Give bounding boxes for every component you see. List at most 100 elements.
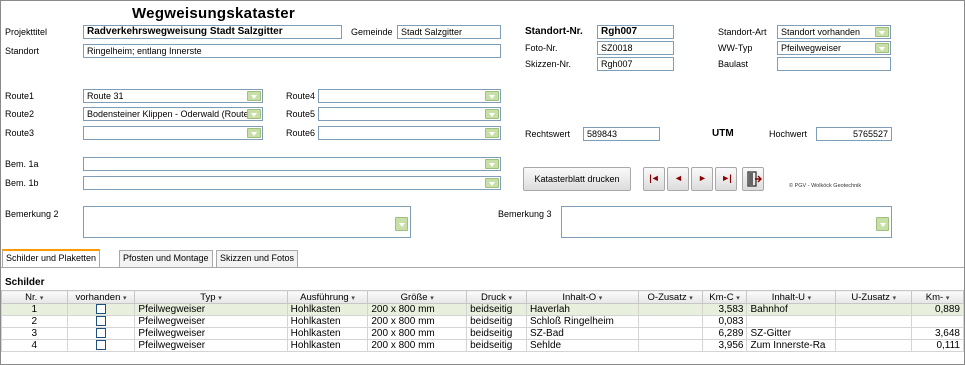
- cell-inhalt-o[interactable]: Schloß Ringelheim: [525, 315, 639, 328]
- dropdown-arrow-icon[interactable]: [247, 128, 261, 138]
- bem1a-combo[interactable]: [83, 157, 501, 171]
- cell-inhalt-o[interactable]: SZ-Bad: [525, 327, 639, 340]
- close-form-button[interactable]: [742, 167, 764, 191]
- cell-inhalt-u[interactable]: [746, 315, 837, 328]
- column-header-km-c[interactable]: Km-C ▾: [701, 290, 748, 304]
- tab-skizzen-und-fotos[interactable]: Skizzen und Fotos: [216, 250, 299, 267]
- standort-nr-field[interactable]: Rgh007: [597, 25, 674, 39]
- cell-druck[interactable]: beidseitig: [466, 303, 527, 316]
- column-header-u-zusatz[interactable]: U-Zusatz ▾: [835, 290, 913, 304]
- vorhanden-checkbox[interactable]: [95, 304, 106, 315]
- cell-groesse[interactable]: 200 x 800 mm: [367, 327, 468, 340]
- table-row[interactable]: 3 Pfeilwegweiser Hohlkasten 200 x 800 mm…: [1, 327, 964, 340]
- cell-druck[interactable]: beidseitig: [466, 315, 527, 328]
- column-header-o-zusatz[interactable]: O-Zusatz ▾: [637, 290, 703, 304]
- route5-combo[interactable]: [318, 107, 501, 121]
- dropdown-arrow-icon[interactable]: [247, 109, 261, 119]
- dropdown-arrow-icon[interactable]: [247, 91, 261, 101]
- column-header-km[interactable]: Km- ▾: [911, 290, 964, 304]
- table-row[interactable]: 2 Pfeilwegweiser Hohlkasten 200 x 800 mm…: [1, 315, 964, 328]
- baulast-field[interactable]: [777, 57, 891, 71]
- cell-inhalt-u[interactable]: SZ-Gitter: [746, 327, 837, 340]
- dropdown-arrow-icon[interactable]: [485, 128, 499, 138]
- cell-typ[interactable]: Pfeilwegweiser: [134, 315, 288, 328]
- rechtswert-field[interactable]: 589843: [583, 127, 660, 141]
- cell-km-c[interactable]: 0,083: [701, 315, 748, 328]
- previous-record-button[interactable]: ◄: [667, 167, 689, 191]
- cell-druck[interactable]: beidseitig: [466, 327, 527, 340]
- cell-inhalt-u[interactable]: Zum Innerste-Ra: [746, 339, 837, 352]
- dropdown-arrow-icon[interactable]: [485, 178, 499, 188]
- column-header-inhalt-o[interactable]: Inhalt-O ▾: [525, 290, 639, 304]
- cell-km[interactable]: 3,648: [911, 327, 964, 340]
- cell-vorhanden[interactable]: [66, 327, 136, 340]
- standort-art-combo[interactable]: Standort vorhanden: [777, 25, 891, 39]
- cell-vorhanden[interactable]: [66, 303, 136, 316]
- cell-typ[interactable]: Pfeilwegweiser: [134, 327, 288, 340]
- cell-typ[interactable]: Pfeilwegweiser: [134, 339, 288, 352]
- cell-ausfuehrung[interactable]: Hohlkasten: [286, 339, 369, 352]
- cell-inhalt-o[interactable]: Haverlah: [525, 303, 639, 316]
- dropdown-arrow-icon[interactable]: [875, 43, 889, 53]
- katasterblatt-drucken-button[interactable]: Katasterblatt drucken: [523, 167, 631, 191]
- vorhanden-checkbox[interactable]: [95, 316, 106, 327]
- table-row[interactable]: 1 Pfeilwegweiser Hohlkasten 200 x 800 mm…: [1, 303, 964, 316]
- projekttitel-field[interactable]: Radverkehrswegweisung Stadt Salzgitter: [83, 25, 342, 39]
- cell-vorhanden[interactable]: [66, 315, 136, 328]
- gemeinde-field[interactable]: Stadt Salzgitter: [397, 25, 501, 39]
- hochwert-field[interactable]: 5765527: [816, 127, 892, 141]
- cell-o-zusatz[interactable]: [637, 327, 703, 340]
- column-header-groesse[interactable]: Größe ▾: [367, 290, 468, 304]
- cell-o-zusatz[interactable]: [637, 303, 703, 316]
- vorhanden-checkbox[interactable]: [95, 328, 106, 339]
- cell-inhalt-u[interactable]: Bahnhof: [746, 303, 837, 316]
- cell-km-c[interactable]: 6,289: [701, 327, 748, 340]
- cell-groesse[interactable]: 200 x 800 mm: [367, 303, 468, 316]
- cell-vorhanden[interactable]: [66, 339, 136, 352]
- cell-o-zusatz[interactable]: [637, 315, 703, 328]
- dropdown-arrow-icon[interactable]: [395, 217, 408, 231]
- cell-km[interactable]: [911, 315, 964, 328]
- cell-u-zusatz[interactable]: [835, 327, 913, 340]
- route4-combo[interactable]: [318, 89, 501, 103]
- cell-ausfuehrung[interactable]: Hohlkasten: [286, 327, 369, 340]
- cell-km[interactable]: 0,111: [911, 339, 964, 352]
- column-header-druck[interactable]: Druck ▾: [466, 290, 527, 304]
- cell-km-c[interactable]: 3,583: [701, 303, 748, 316]
- vorhanden-checkbox[interactable]: [95, 340, 106, 351]
- column-header-ausfuehrung[interactable]: Ausführung ▾: [286, 290, 369, 304]
- cell-u-zusatz[interactable]: [835, 315, 913, 328]
- cell-ausfuehrung[interactable]: Hohlkasten: [286, 303, 369, 316]
- cell-u-zusatz[interactable]: [835, 339, 913, 352]
- column-header-nr[interactable]: Nr. ▾: [1, 290, 68, 304]
- route3-combo[interactable]: [83, 126, 263, 140]
- bem1b-combo[interactable]: [83, 176, 501, 190]
- ww-typ-combo[interactable]: Pfeilwegweiser: [777, 41, 891, 55]
- cell-typ[interactable]: Pfeilwegweiser: [134, 303, 288, 316]
- column-header-inhalt-u[interactable]: Inhalt-U ▾: [746, 290, 837, 304]
- cell-u-zusatz[interactable]: [835, 303, 913, 316]
- route1-combo[interactable]: Route 31: [83, 89, 263, 103]
- column-header-vorhanden[interactable]: vorhanden ▾: [66, 290, 136, 304]
- cell-o-zusatz[interactable]: [637, 339, 703, 352]
- route6-combo[interactable]: [318, 126, 501, 140]
- bemerkung2-field[interactable]: [83, 206, 411, 238]
- cell-nr[interactable]: 3: [1, 327, 68, 340]
- standort-field[interactable]: Ringelheim; entlang Innerste: [83, 44, 501, 58]
- dropdown-arrow-icon[interactable]: [485, 109, 499, 119]
- skizzen-nr-field[interactable]: Rgh007: [597, 57, 674, 71]
- cell-druck[interactable]: beidseitig: [466, 339, 527, 352]
- cell-km[interactable]: 0,889: [911, 303, 964, 316]
- cell-nr[interactable]: 1: [1, 303, 68, 316]
- cell-ausfuehrung[interactable]: Hohlkasten: [286, 315, 369, 328]
- tab-schilder-und-plaketten[interactable]: Schilder und Plaketten: [2, 249, 101, 267]
- dropdown-arrow-icon[interactable]: [485, 91, 499, 101]
- foto-nr-field[interactable]: SZ0018: [597, 41, 674, 55]
- cell-nr[interactable]: 2: [1, 315, 68, 328]
- table-row[interactable]: 4 Pfeilwegweiser Hohlkasten 200 x 800 mm…: [1, 339, 964, 352]
- cell-km-c[interactable]: 3,956: [701, 339, 748, 352]
- cell-inhalt-o[interactable]: Sehlde: [525, 339, 639, 352]
- first-record-button[interactable]: |◄: [643, 167, 665, 191]
- cell-groesse[interactable]: 200 x 800 mm: [367, 315, 468, 328]
- dropdown-arrow-icon[interactable]: [485, 159, 499, 169]
